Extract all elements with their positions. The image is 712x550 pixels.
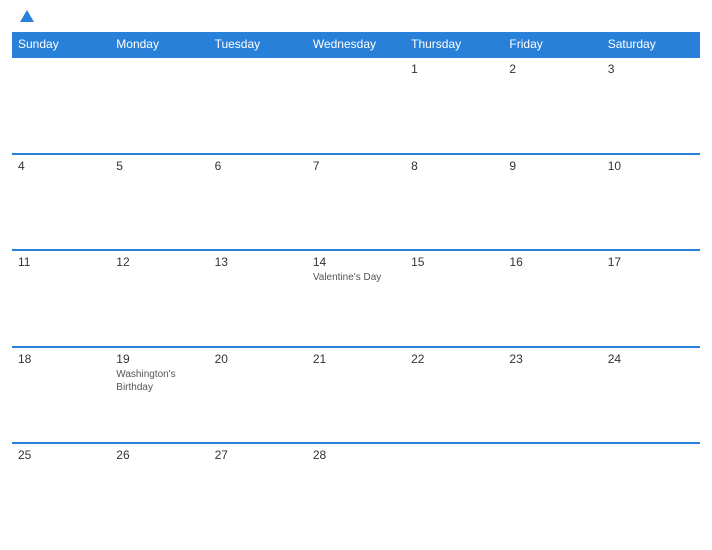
day-cell: 18 bbox=[12, 347, 110, 444]
day-number: 6 bbox=[215, 159, 301, 173]
day-cell: 6 bbox=[209, 154, 307, 251]
day-number: 25 bbox=[18, 448, 104, 462]
event-label: Washington's Birthday bbox=[116, 368, 202, 394]
day-number: 1 bbox=[411, 62, 497, 76]
day-cell: 21 bbox=[307, 347, 405, 444]
day-number: 15 bbox=[411, 255, 497, 269]
day-number: 8 bbox=[411, 159, 497, 173]
day-cell: 17 bbox=[602, 250, 700, 347]
day-number: 10 bbox=[608, 159, 694, 173]
day-cell: 12 bbox=[110, 250, 208, 347]
day-cell: 8 bbox=[405, 154, 503, 251]
day-cell bbox=[307, 57, 405, 154]
day-cell: 3 bbox=[602, 57, 700, 154]
day-number: 23 bbox=[509, 352, 595, 366]
day-cell bbox=[110, 57, 208, 154]
day-number: 4 bbox=[18, 159, 104, 173]
day-number: 26 bbox=[116, 448, 202, 462]
day-number: 9 bbox=[509, 159, 595, 173]
day-number: 2 bbox=[509, 62, 595, 76]
week-row-2: 456789 10 bbox=[12, 154, 700, 251]
day-number: 16 bbox=[509, 255, 595, 269]
day-number: 28 bbox=[313, 448, 399, 462]
day-cell: 11 bbox=[12, 250, 110, 347]
logo-triangle-icon bbox=[20, 10, 34, 22]
day-number: 11 bbox=[18, 255, 104, 269]
weekday-header-saturday: Saturday bbox=[602, 32, 700, 57]
day-cell: 27 bbox=[209, 443, 307, 540]
day-number: 18 bbox=[18, 352, 104, 366]
day-number: 7 bbox=[313, 159, 399, 173]
calendar-header bbox=[12, 10, 700, 24]
day-number: 22 bbox=[411, 352, 497, 366]
weekday-header-row: SundayMondayTuesdayWednesdayThursdayFrid… bbox=[12, 32, 700, 57]
weekday-header-wednesday: Wednesday bbox=[307, 32, 405, 57]
day-number: 17 bbox=[608, 255, 694, 269]
logo bbox=[16, 10, 34, 24]
day-number: 27 bbox=[215, 448, 301, 462]
day-cell: 26 bbox=[110, 443, 208, 540]
weekday-header-thursday: Thursday bbox=[405, 32, 503, 57]
day-cell bbox=[602, 443, 700, 540]
weekday-header-friday: Friday bbox=[503, 32, 601, 57]
day-number: 5 bbox=[116, 159, 202, 173]
day-cell: 9 bbox=[503, 154, 601, 251]
day-number: 20 bbox=[215, 352, 301, 366]
day-cell: 7 bbox=[307, 154, 405, 251]
week-row-4: 18 19 Washington's Birthday 20 21 22 23 24 bbox=[12, 347, 700, 444]
day-cell: 5 bbox=[110, 154, 208, 251]
day-cell: 10 bbox=[602, 154, 700, 251]
day-number: 13 bbox=[215, 255, 301, 269]
day-cell bbox=[12, 57, 110, 154]
weekday-header-sunday: Sunday bbox=[12, 32, 110, 57]
weekday-header-monday: Monday bbox=[110, 32, 208, 57]
day-cell: 4 bbox=[12, 154, 110, 251]
weekday-header-tuesday: Tuesday bbox=[209, 32, 307, 57]
week-row-5: 25 26 27 28 bbox=[12, 443, 700, 540]
calendar-table: SundayMondayTuesdayWednesdayThursdayFrid… bbox=[12, 32, 700, 540]
day-number: 14 bbox=[313, 255, 399, 269]
calendar-container: SundayMondayTuesdayWednesdayThursdayFrid… bbox=[0, 0, 712, 550]
week-row-1: 123 bbox=[12, 57, 700, 154]
day-number: 3 bbox=[608, 62, 694, 76]
day-cell bbox=[209, 57, 307, 154]
day-number: 24 bbox=[608, 352, 694, 366]
event-label: Valentine's Day bbox=[313, 271, 399, 284]
day-cell bbox=[503, 443, 601, 540]
day-cell: 19 Washington's Birthday bbox=[110, 347, 208, 444]
day-cell: 1 bbox=[405, 57, 503, 154]
day-cell: 20 bbox=[209, 347, 307, 444]
day-cell bbox=[405, 443, 503, 540]
day-cell: 14 Valentine's Day bbox=[307, 250, 405, 347]
day-cell: 28 bbox=[307, 443, 405, 540]
day-cell: 16 bbox=[503, 250, 601, 347]
day-cell: 24 bbox=[602, 347, 700, 444]
day-number: 19 bbox=[116, 352, 202, 366]
week-row-3: 11 12 13 14 Valentine's Day 15 16 17 bbox=[12, 250, 700, 347]
day-number: 21 bbox=[313, 352, 399, 366]
day-number: 12 bbox=[116, 255, 202, 269]
day-cell: 2 bbox=[503, 57, 601, 154]
day-cell: 22 bbox=[405, 347, 503, 444]
day-cell: 13 bbox=[209, 250, 307, 347]
day-cell: 15 bbox=[405, 250, 503, 347]
day-cell: 23 bbox=[503, 347, 601, 444]
day-cell: 25 bbox=[12, 443, 110, 540]
